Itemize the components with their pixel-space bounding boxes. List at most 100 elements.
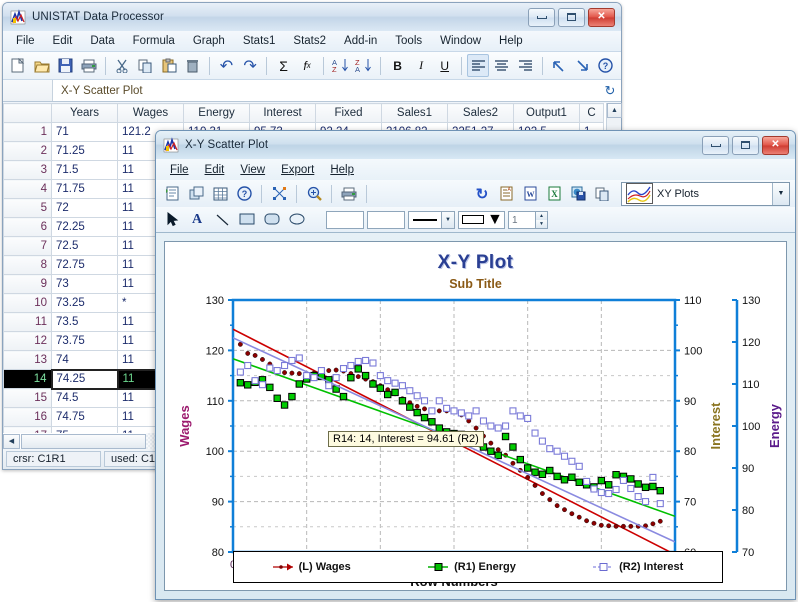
stepper-up-icon[interactable]: ▲	[536, 211, 547, 220]
text-tool-icon[interactable]: A	[186, 209, 208, 230]
rectangle-tool-icon[interactable]	[236, 209, 258, 230]
chart-menu-file[interactable]: File	[162, 162, 197, 178]
chart-type-gallery[interactable]: XY Plots ▼	[621, 181, 790, 206]
pointer-tool-icon[interactable]	[161, 209, 183, 230]
column-header-next[interactable]: C	[579, 103, 604, 123]
horizontal-scroll-thumb[interactable]	[21, 433, 146, 449]
column-header-fixed[interactable]: Fixed	[315, 103, 382, 123]
sort-descending-icon[interactable]: ZA	[353, 54, 376, 77]
row-header[interactable]: 3	[3, 160, 52, 180]
rounded-rectangle-tool-icon[interactable]	[261, 209, 283, 230]
move-up-left-icon[interactable]	[548, 54, 571, 77]
select-all-corner[interactable]	[3, 103, 52, 123]
table-icon[interactable]	[209, 183, 231, 204]
line-style-combo[interactable]: ▼	[408, 210, 455, 229]
save-as-icon[interactable]	[567, 183, 589, 204]
align-left-icon[interactable]	[466, 54, 490, 77]
sort-ascending-icon[interactable]: AZ	[329, 54, 352, 77]
row-header[interactable]: 2	[3, 141, 52, 161]
close-icon[interactable]: ✕	[588, 7, 615, 27]
scroll-left-icon[interactable]: ◀	[3, 433, 20, 449]
sum-icon[interactable]: Σ	[272, 54, 295, 77]
line-color-swatch[interactable]	[367, 210, 405, 229]
duplicate-icon[interactable]	[185, 183, 207, 204]
copy-icon[interactable]	[135, 54, 158, 77]
undo-icon[interactable]: ↶	[215, 54, 238, 77]
menu-formula[interactable]: Formula	[124, 33, 184, 49]
fill-color-swatch[interactable]	[326, 210, 364, 229]
move-down-right-icon[interactable]	[571, 54, 594, 77]
cell-years[interactable]: 72.5	[51, 236, 118, 256]
row-header[interactable]: 9	[3, 274, 52, 294]
cell-years[interactable]: 72	[51, 198, 118, 218]
export-report-icon[interactable]: A	[495, 183, 517, 204]
help-icon[interactable]: ?	[233, 183, 255, 204]
row-header[interactable]: 5	[3, 198, 52, 218]
paste-icon[interactable]	[158, 54, 181, 77]
menu-file[interactable]: File	[7, 33, 44, 49]
line-width-input[interactable]: 1	[508, 210, 536, 229]
legend-item-energy[interactable]: (R1) Energy	[428, 561, 516, 573]
cell-years[interactable]: 73.25	[51, 293, 118, 313]
menu-stats2[interactable]: Stats2	[284, 33, 335, 49]
copy-icon[interactable]	[591, 183, 613, 204]
menu-edit[interactable]: Edit	[44, 33, 82, 49]
cell-years[interactable]: 74	[51, 350, 118, 370]
cell-years[interactable]: 74.5	[51, 388, 118, 408]
column-header-sales2[interactable]: Sales2	[447, 103, 514, 123]
refresh-icon[interactable]: ↻	[599, 83, 621, 99]
cell-years[interactable]: 71.75	[51, 179, 118, 199]
chart-canvas[interactable]: X-Y Plot Sub Title 80 90 100 110 120 130 Wages…	[164, 241, 787, 591]
menu-window[interactable]: Window	[431, 33, 490, 49]
menu-stats1[interactable]: Stats1	[234, 33, 285, 49]
menu-help[interactable]: Help	[490, 33, 532, 49]
chevron-down-icon[interactable]: ▼	[772, 182, 789, 205]
formula-input[interactable]: X-Y Scatter Plot	[53, 85, 599, 97]
align-right-icon[interactable]	[514, 54, 537, 77]
edit-data-icon[interactable]	[161, 183, 183, 204]
function-icon[interactable]: fx	[296, 54, 319, 77]
row-header[interactable]: 16	[3, 407, 52, 427]
cell-years[interactable]: 71.5	[51, 160, 118, 180]
row-header[interactable]: 11	[3, 312, 52, 332]
help-icon[interactable]: ?	[595, 54, 618, 77]
resize-graph-icon[interactable]	[268, 183, 290, 204]
column-header-sales1[interactable]: Sales1	[381, 103, 448, 123]
row-header[interactable]: 15	[3, 388, 52, 408]
row-header[interactable]: 13	[3, 350, 52, 370]
maximize-icon[interactable]	[732, 135, 759, 155]
line-tool-icon[interactable]	[211, 209, 233, 230]
chevron-down-icon[interactable]: ▼	[441, 211, 454, 228]
row-header[interactable]: 4	[3, 179, 52, 199]
export-excel-icon[interactable]: X	[543, 183, 565, 204]
border-style-combo[interactable]: ▼	[458, 210, 505, 229]
cell-years[interactable]: 71	[51, 122, 118, 142]
cell-years[interactable]: 72.25	[51, 217, 118, 237]
minimize-icon[interactable]	[528, 7, 555, 27]
cell-years[interactable]: 74.25	[50, 368, 119, 390]
column-header-output1[interactable]: Output1	[513, 103, 580, 123]
chart-menu-help[interactable]: Help	[322, 162, 362, 178]
ellipse-tool-icon[interactable]	[286, 209, 308, 230]
cell-years[interactable]: 72.75	[51, 255, 118, 275]
chart-menu-view[interactable]: View	[232, 162, 273, 178]
row-header[interactable]: 6	[3, 217, 52, 237]
cell-years[interactable]: 71.25	[51, 141, 118, 161]
row-header[interactable]: 8	[3, 255, 52, 275]
print-icon[interactable]	[78, 54, 101, 77]
minimize-icon[interactable]	[702, 135, 729, 155]
scroll-up-icon[interactable]: ▲	[607, 103, 622, 118]
column-header-interest[interactable]: Interest	[249, 103, 316, 123]
delete-icon[interactable]	[182, 54, 205, 77]
maximize-icon[interactable]	[558, 7, 585, 27]
menu-tools[interactable]: Tools	[386, 33, 431, 49]
cell-reference-box[interactable]	[3, 80, 53, 101]
close-icon[interactable]: ✕	[762, 135, 789, 155]
row-header[interactable]: 7	[3, 236, 52, 256]
row-header[interactable]: 12	[3, 331, 52, 351]
stepper-down-icon[interactable]: ▼	[536, 219, 547, 228]
align-center-icon[interactable]	[490, 54, 513, 77]
legend-item-wages[interactable]: (L) Wages	[272, 561, 351, 573]
open-icon[interactable]	[31, 54, 54, 77]
main-window-titlebar[interactable]: UNISTAT Data Processor ✕	[3, 3, 621, 31]
